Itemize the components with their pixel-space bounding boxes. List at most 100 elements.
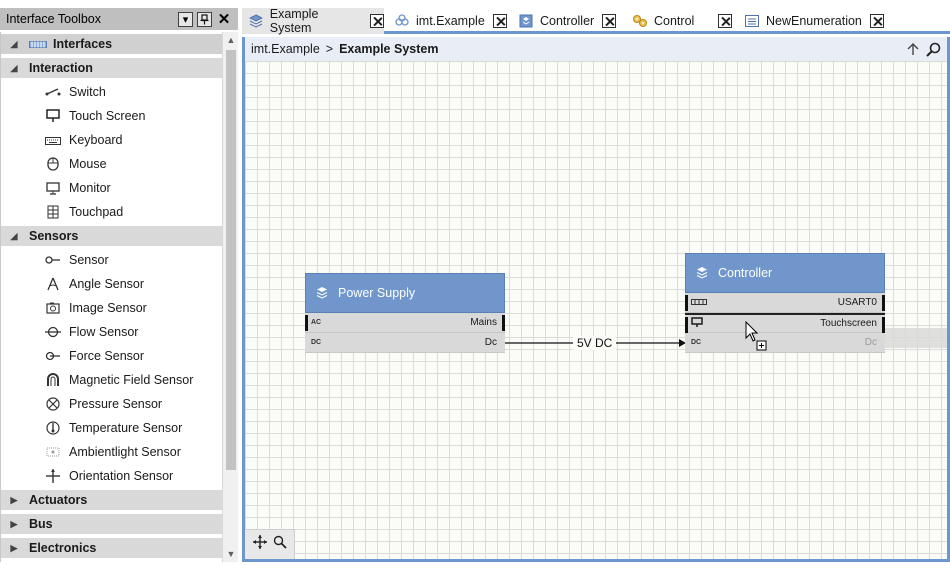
- tab-imt-example[interactable]: imt.Example: [388, 8, 510, 34]
- close-tab-icon[interactable]: [718, 14, 732, 28]
- toolbox-item-ambientlight-sensor[interactable]: Ambientlight Sensor: [1, 442, 222, 462]
- toolbox-item-monitor[interactable]: Monitor: [1, 178, 222, 198]
- scroll-up-icon[interactable]: ▲: [223, 32, 239, 48]
- search-icon[interactable]: [923, 39, 943, 59]
- expand-arrow-icon[interactable]: ▶: [5, 495, 23, 506]
- mouse-icon: [45, 156, 61, 172]
- category-interaction[interactable]: ◢ Interaction: [1, 58, 222, 78]
- toolbox-item-switch[interactable]: Switch: [1, 82, 222, 102]
- expand-arrow-icon[interactable]: ▶: [5, 519, 23, 530]
- category-bus[interactable]: ▶ Bus: [1, 514, 222, 534]
- tab-newenumeration[interactable]: NewEnumeration: [738, 8, 888, 34]
- tab-label: Control: [654, 14, 695, 28]
- block-title: Controller: [718, 266, 773, 280]
- category-label: Electronics: [29, 541, 97, 555]
- close-tab-icon[interactable]: [869, 14, 884, 28]
- block-header[interactable]: Power Supply: [305, 273, 505, 313]
- system-icon: [314, 285, 330, 301]
- pressure-sensor-icon: [45, 396, 61, 412]
- port-label: Dc: [864, 337, 877, 348]
- toolbox-item-temperature-sensor[interactable]: Temperature Sensor: [1, 418, 222, 438]
- category-electronics[interactable]: ▶ Electronics: [1, 538, 222, 558]
- port-dc[interactable]: DC Dc: [305, 333, 505, 353]
- block-power-supply[interactable]: Power Supply AC Mains DC Dc: [305, 273, 505, 353]
- component-icon: [518, 13, 534, 29]
- diagram-editor: imt.Example > Example System 5V DC Power…: [242, 37, 950, 562]
- toolbox-scrollbar[interactable]: ▲ ▼: [222, 32, 238, 562]
- monitor-icon: [45, 180, 61, 196]
- toolbox-item-label: Angle Sensor: [69, 277, 145, 291]
- touch-screen-icon: [691, 317, 703, 330]
- magnetic-field-sensor-icon: [45, 372, 61, 388]
- tab-example-system[interactable]: Example System: [242, 7, 384, 35]
- pan-icon[interactable]: [252, 535, 267, 554]
- port-label: Dc: [484, 337, 497, 348]
- toolbox-item-flow-sensor[interactable]: Flow Sensor: [1, 322, 222, 342]
- port-usart0[interactable]: USART0: [685, 293, 885, 313]
- block-header[interactable]: Controller: [685, 253, 885, 293]
- toolbox-item-pressure-sensor[interactable]: Pressure Sensor: [1, 394, 222, 414]
- navigate-up-icon[interactable]: [903, 39, 923, 59]
- scroll-down-icon[interactable]: ▼: [223, 546, 239, 562]
- close-tab-icon[interactable]: [370, 14, 384, 28]
- toolbox-item-mouse[interactable]: Mouse: [1, 154, 222, 174]
- port-dc[interactable]: DC Dc: [685, 333, 885, 353]
- toolbox-item-angle-sensor[interactable]: Angle Sensor: [1, 274, 222, 294]
- block-controller[interactable]: Controller USART0 Touchscreen DC Dc: [685, 253, 885, 353]
- category-actuators[interactable]: ▶ Actuators: [1, 490, 222, 510]
- close-tab-icon[interactable]: [492, 14, 507, 28]
- toolbox-item-keyboard[interactable]: Keyboard: [1, 130, 222, 150]
- toolbox-item-magnetic-field-sensor[interactable]: Magnetic Field Sensor: [1, 370, 222, 390]
- system-icon: [694, 265, 710, 281]
- tab-label: Controller: [540, 14, 595, 28]
- category-label: Actuators: [29, 493, 88, 507]
- collapse-arrow-icon[interactable]: ◢: [5, 39, 23, 50]
- tree-root-interfaces[interactable]: ◢ Interfaces: [1, 34, 222, 54]
- canvas-tools: [245, 529, 295, 559]
- pin-icon[interactable]: [197, 11, 212, 27]
- tree-root-label: Interfaces: [53, 37, 113, 51]
- close-tab-icon[interactable]: [602, 14, 617, 28]
- port-touchscreen[interactable]: Touchscreen: [685, 313, 885, 333]
- enumeration-icon: [744, 13, 760, 29]
- ac-port-icon: AC: [311, 319, 322, 326]
- close-icon[interactable]: ✕: [216, 11, 232, 28]
- collapse-arrow-icon[interactable]: ◢: [5, 63, 23, 74]
- connection-label[interactable]: 5V DC: [573, 336, 617, 350]
- breadcrumb-parent[interactable]: imt.Example: [251, 42, 320, 56]
- orientation-sensor-icon: [45, 468, 61, 484]
- dropdown-icon[interactable]: ▾: [178, 11, 193, 27]
- tab-label: imt.Example: [416, 14, 485, 28]
- port-mains[interactable]: AC Mains: [305, 313, 505, 333]
- tab-controller[interactable]: Controller: [512, 8, 622, 34]
- toolbox-item-sensor[interactable]: Sensor: [1, 250, 222, 270]
- tab-control[interactable]: Control: [626, 8, 736, 34]
- temperature-sensor-icon: [45, 420, 61, 436]
- scrollbar-thumb[interactable]: [226, 50, 236, 470]
- toolbox-item-force-sensor[interactable]: Force Sensor: [1, 346, 222, 366]
- toolbox-item-label: Touch Screen: [69, 109, 146, 123]
- zoom-icon[interactable]: [273, 535, 287, 554]
- toolbox-item-label: Ambientlight Sensor: [69, 445, 181, 459]
- sensor-icon: [45, 252, 61, 268]
- breadcrumb-separator: >: [325, 42, 334, 56]
- toolbox-item-touch-screen[interactable]: Touch Screen: [1, 106, 222, 126]
- category-label: Bus: [29, 517, 53, 531]
- expand-arrow-icon[interactable]: ▶: [5, 543, 23, 554]
- category-sensors[interactable]: ◢ Sensors: [1, 226, 222, 246]
- toolbox-item-label: Mouse: [69, 157, 107, 171]
- diagram-canvas[interactable]: 5V DC Power Supply AC Mains DC Dc Contro: [245, 61, 947, 559]
- interface-toolbox-panel: Interface Toolbox ▾ ✕ ◢ Interfaces ◢ Int…: [0, 0, 238, 565]
- toolbox-item-image-sensor[interactable]: Image Sensor: [1, 298, 222, 318]
- toolbox-item-orientation-sensor[interactable]: Orientation Sensor: [1, 466, 222, 486]
- serial-port-icon: [691, 298, 707, 307]
- touchpad-icon: [45, 204, 61, 220]
- dc-port-icon: DC: [311, 339, 322, 346]
- keyboard-icon: [45, 132, 61, 148]
- toolbox-item-touchpad[interactable]: Touchpad: [1, 202, 222, 222]
- toolbox-item-label: Monitor: [69, 181, 111, 195]
- flow-sensor-icon: [45, 324, 61, 340]
- toolbox-item-label: Magnetic Field Sensor: [69, 373, 194, 387]
- control-icon: [632, 13, 648, 29]
- collapse-arrow-icon[interactable]: ◢: [5, 231, 23, 242]
